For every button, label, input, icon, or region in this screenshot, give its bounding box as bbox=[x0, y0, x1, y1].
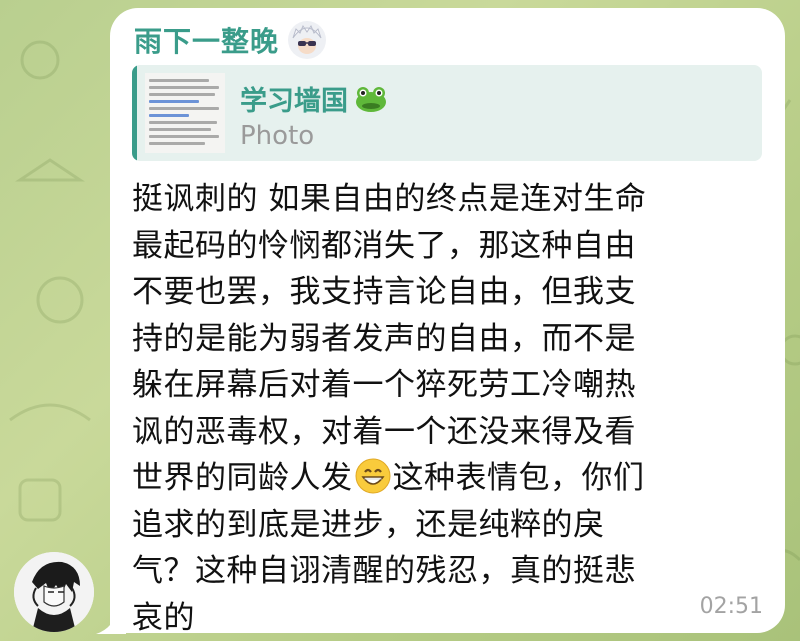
sender-header[interactable]: 雨下一整晚 bbox=[134, 20, 328, 60]
reply-preview[interactable]: 学习墙国 Photo bbox=[132, 65, 762, 161]
message-line: 气？这种自诩清醒的残忍，真的挺悲 bbox=[132, 553, 636, 589]
message-line: 哀的 bbox=[132, 599, 195, 636]
bubble-tail bbox=[96, 608, 126, 634]
message-line: 讽的恶毒权，对着一个还没来得及看 bbox=[132, 413, 636, 450]
message-line: 挺讽刺的 如果自由的终点是连对生命 bbox=[132, 181, 647, 217]
message-line: 追求的到底是进步，还是纯粹的戾 bbox=[132, 506, 605, 543]
message-line: 不要也罢，我支持言论自由，但我支 bbox=[132, 274, 636, 310]
message-segment: 这种表情包，你们 bbox=[392, 460, 645, 496]
ink-drawing-avatar-icon bbox=[14, 552, 94, 632]
message-line: 躲在屏幕后对着一个猝死劳工冷嘲热 bbox=[132, 367, 636, 403]
message-line-with-emoji: 世界的同龄人发 这种表情包，你们 bbox=[132, 455, 772, 502]
grinning-face-icon bbox=[355, 458, 390, 494]
message-line: 持的是能为弱者发声的自由，而不是 bbox=[132, 320, 636, 357]
user-avatar[interactable] bbox=[14, 552, 94, 632]
reply-photo-thumbnail[interactable] bbox=[145, 73, 225, 153]
frog-face-icon bbox=[356, 86, 386, 112]
message-bubble[interactable]: 雨下一整晚 学习墙国 Photo 挺讽刺的 如果自由的终点是连对生命 最起码的怜… bbox=[110, 8, 785, 636]
anime-character-avatar-icon bbox=[287, 20, 328, 60]
reply-accent-bar bbox=[132, 65, 137, 161]
reply-title: 学习墙国 bbox=[240, 79, 388, 118]
message-line: 最起码的怜悯都消失了，那这种自由 bbox=[132, 227, 636, 264]
reply-subtitle: Photo bbox=[240, 121, 315, 151]
message-timestamp: 02:51 bbox=[699, 594, 763, 619]
sender-name[interactable]: 雨下一整晚 bbox=[134, 20, 279, 60]
message-segment: 世界的同龄人发 bbox=[132, 460, 353, 496]
reply-title-text: 学习墙国 bbox=[240, 86, 348, 117]
message-text: 挺讽刺的 如果自由的终点是连对生命 最起码的怜悯都消失了，那这种自由 不要也罢，… bbox=[132, 176, 772, 641]
